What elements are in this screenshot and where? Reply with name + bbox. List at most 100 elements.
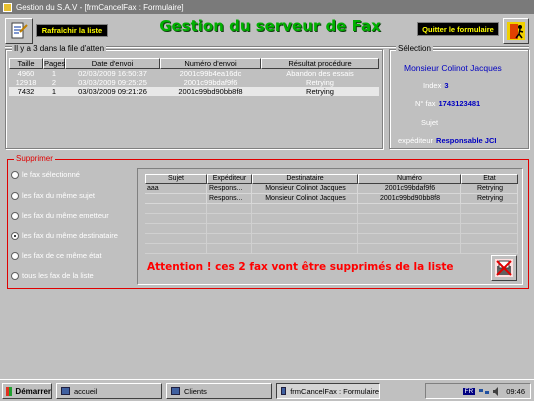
subject-label: Sujet — [421, 118, 439, 127]
fax-number-value: 1743123481 — [438, 99, 481, 108]
window-icon — [61, 387, 70, 395]
col-pages[interactable]: Pages — [43, 58, 65, 69]
fax-queue-label: Il y a 3 dans la file d'atten — [12, 44, 107, 53]
table-row[interactable]: Respons... Monsieur Colinot Jacques 2001… — [145, 194, 518, 204]
col-resultat[interactable]: Résultat procédure — [261, 58, 379, 69]
cell-destinataire: Monsieur Colinot Jacques — [252, 184, 358, 194]
start-button[interactable]: Démarrer — [2, 383, 52, 399]
radio-button[interactable] — [11, 271, 19, 280]
delete-group: Supprimer le fax sélectionné les fax du … — [7, 154, 529, 289]
delete-fax-button[interactable] — [491, 255, 517, 281]
taskbar: Démarrer accueil Clients frmCancelFax : … — [0, 379, 534, 401]
cell-resultat: Retrying — [306, 87, 334, 96]
task-frmcancelfax[interactable]: frmCancelFax : Formulaire — [276, 383, 380, 399]
cell-destinataire: Monsieur Colinot Jacques — [252, 194, 358, 204]
fax-table-header: Taille Pages Date d'envoi Numéro d'envoi… — [9, 58, 379, 69]
option-label: les fax du même sujet — [22, 191, 95, 200]
window-titlebar[interactable]: Gestion du S.A.V - [frmCancelFax : Formu… — [0, 0, 534, 14]
table-row[interactable]: aaa Respons... Monsieur Colinot Jacques … — [145, 184, 518, 194]
radio-button[interactable] — [11, 191, 19, 200]
col-destinataire[interactable]: Destinataire — [252, 174, 358, 184]
index-label: Index — [423, 81, 442, 90]
sender-value: Responsable JCI — [436, 136, 497, 145]
cell-date: 03/03/2009 09:25:25 — [78, 78, 147, 87]
exit-door-icon — [507, 22, 525, 40]
fax-number-field: N° fax 1743123481 — [415, 99, 480, 108]
exit-button[interactable] — [503, 18, 529, 44]
window-icon — [281, 387, 287, 395]
radio-button[interactable] — [11, 170, 19, 179]
option-same-state[interactable]: les fax de ce même état — [11, 251, 102, 260]
cell-numero: 2001c99bdaf9f6 — [183, 78, 238, 87]
cell-resultat: Abandon des essais — [286, 69, 354, 78]
cell-taille: 7432 — [17, 87, 35, 96]
task-accueil[interactable]: accueil — [56, 383, 162, 399]
language-indicator[interactable]: FR — [462, 387, 476, 395]
cell-expediteur: Respons... — [207, 194, 252, 204]
col-expediteur[interactable]: Expéditeur — [207, 174, 252, 184]
delete-preview-table: Sujet Expéditeur Destinataire Numéro Eta… — [145, 174, 518, 254]
empty-row — [145, 234, 518, 244]
windows-logo-icon — [6, 386, 13, 396]
cell-taille: 12918 — [15, 78, 37, 87]
option-all-fax[interactable]: tous les fax de la liste — [11, 271, 94, 280]
selection-label: Sélection — [396, 44, 433, 53]
page-title: Gestion du serveur de Fax — [159, 17, 381, 35]
option-label: tous les fax de la liste — [22, 271, 94, 280]
table-row[interactable]: 4960 1 02/03/2009 16:50:37 2001c99b4ea16… — [9, 69, 379, 78]
option-same-sender[interactable]: les fax du même emetteur — [11, 211, 109, 220]
col-sujet[interactable]: Sujet — [145, 174, 207, 184]
task-label: accueil — [74, 386, 98, 396]
radio-button-checked[interactable] — [11, 231, 19, 240]
option-same-recipient[interactable]: les fax du même destinataire — [11, 231, 118, 240]
cell-numero: 2001c99bdaf9f6 — [358, 184, 461, 194]
index-value: 3 — [444, 81, 449, 90]
volume-icon[interactable] — [493, 386, 502, 396]
option-label: les fax de ce même état — [22, 251, 102, 260]
fax-queue-group: Il y a 3 dans la file d'atten Taille Pag… — [5, 44, 383, 149]
col-numero[interactable]: Numéro d'envoi — [160, 58, 261, 69]
radio-button[interactable] — [11, 251, 19, 260]
col-date[interactable]: Date d'envoi — [65, 58, 160, 69]
cell-resultat: Retrying — [306, 78, 334, 87]
system-tray: FR 09:46 — [425, 383, 531, 399]
task-clients[interactable]: Clients — [166, 383, 272, 399]
cell-numero: 2001c99b4ea16dc — [179, 69, 242, 78]
empty-row — [145, 214, 518, 224]
col-taille[interactable]: Taille — [9, 58, 43, 69]
delete-group-label: Supprimer — [14, 154, 55, 163]
option-same-subject[interactable]: les fax du même sujet — [11, 191, 95, 200]
table-row-selected[interactable]: 7432 1 03/03/2009 09:21:26 2001c99bd90bb… — [9, 87, 379, 96]
col-numero[interactable]: Numéro — [358, 174, 461, 184]
selection-group: Sélection Monsieur Colinot Jacques Index… — [389, 44, 529, 149]
cell-pages: 1 — [51, 69, 57, 78]
refresh-button[interactable]: Rafraîchir la liste — [36, 24, 108, 37]
task-label: Clients — [184, 386, 207, 396]
window-title: Gestion du S.A.V - [frmCancelFax : Formu… — [16, 2, 184, 12]
subject-field: Sujet — [421, 118, 441, 127]
cell-taille: 4960 — [17, 69, 35, 78]
cell-numero: 2001c99bd90bb8f8 — [358, 194, 461, 204]
cell-sujet: aaa — [145, 184, 207, 194]
cell-date: 03/03/2009 09:21:26 — [78, 87, 147, 96]
empty-row — [145, 224, 518, 234]
cell-etat: Retrying — [461, 194, 518, 204]
radio-button[interactable] — [11, 211, 19, 220]
table-row[interactable]: 12918 2 03/03/2009 09:25:25 2001c99bdaf9… — [9, 78, 379, 87]
sender-field: expéditeur Responsable JCI — [398, 136, 496, 145]
quit-button[interactable]: Quitter le formulaire — [417, 22, 499, 36]
network-icon[interactable] — [479, 387, 490, 396]
option-label: les fax du même emetteur — [22, 211, 109, 220]
option-selected-fax[interactable]: le fax sélectionné — [11, 170, 80, 179]
recipient-name: Monsieur Colinot Jacques — [404, 63, 502, 73]
fax-delete-icon — [495, 259, 513, 277]
cell-sujet — [145, 194, 207, 204]
col-etat[interactable]: Etat — [461, 174, 518, 184]
app-icon — [3, 2, 12, 12]
sender-label: expéditeur — [398, 136, 434, 145]
document-button[interactable] — [5, 18, 33, 44]
window-icon — [171, 387, 180, 395]
cell-expediteur: Respons... — [207, 184, 252, 194]
index-field: Index 3 — [423, 81, 449, 90]
clock[interactable]: 09:46 — [506, 387, 525, 396]
